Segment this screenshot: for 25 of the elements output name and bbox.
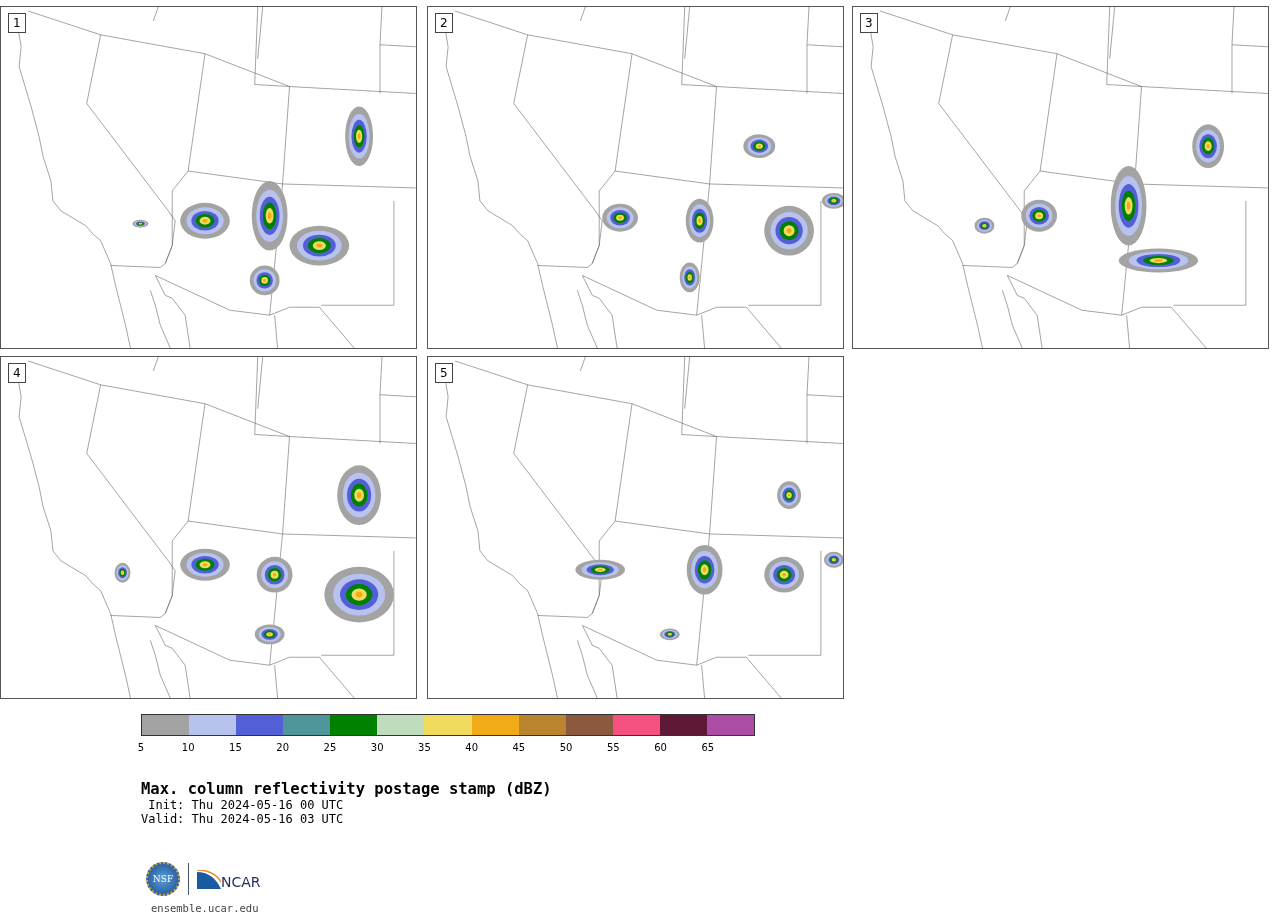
tick-label: 65 (701, 742, 715, 753)
nsf-logo: NSF (146, 862, 180, 896)
chart-title: Max. column reflectivity postage stamp (dBZ) (141, 780, 553, 798)
tick-label: 50 (559, 742, 573, 753)
panel-number: 4 (8, 363, 26, 383)
panel-number: 5 (435, 363, 453, 383)
tick-label: 40 (465, 742, 478, 753)
tick-label: 45 (512, 742, 526, 753)
panel-number: 2 (435, 13, 453, 33)
tick-label: 35 (418, 742, 431, 753)
website-url: ensemble.ucar.edu (151, 902, 260, 914)
tick-label: 15 (229, 742, 242, 753)
panel-number: 1 (8, 13, 26, 33)
ncar-arc-icon (197, 869, 221, 889)
panel-number: 3 (860, 13, 878, 33)
ncar-logo-text: NCAR (221, 874, 261, 889)
tick-label: 30 (370, 742, 384, 753)
init-time: Init: Thu 2024-05-16 00 UTC (147, 798, 345, 812)
tick-label: 60 (654, 742, 667, 753)
tick-label: 10 (181, 742, 195, 753)
valid-time: Valid: Thu 2024-05-16 03 UTC (141, 812, 345, 826)
tick-label: 5 (137, 742, 145, 753)
tick-label: 25 (323, 742, 337, 753)
tick-label: 55 (607, 742, 620, 753)
tick-label: 20 (276, 742, 290, 753)
